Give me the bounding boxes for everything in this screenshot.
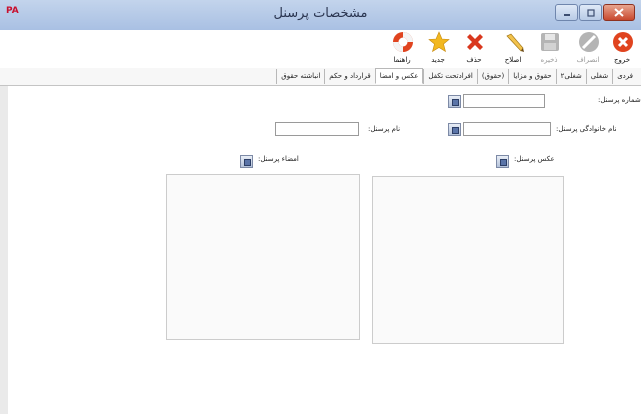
lookup-icon [452, 99, 459, 106]
cancel-button[interactable]: انصراف [572, 30, 604, 68]
last-name-lookup-button[interactable] [448, 123, 461, 136]
tab-salary-benefits[interactable]: حقوق و مزایا [508, 69, 555, 84]
help-button[interactable]: راهنما [386, 30, 418, 68]
tab-job-2[interactable]: شغلی۲ [555, 69, 586, 84]
edit-button[interactable]: اصلاح [497, 30, 529, 68]
photo-box [372, 176, 564, 344]
toolbar: خروج انصراف ذخیره اصلاح حذف جدید راهنما [0, 30, 641, 68]
cancel-label: انصراف [576, 56, 600, 64]
lifebuoy-icon [393, 32, 413, 52]
delete-icon [467, 34, 483, 50]
last-name-label: نام خانوادگی پرسنل: [556, 125, 617, 133]
save-button[interactable]: ذخیره [533, 30, 565, 68]
new-button[interactable]: جدید [422, 30, 454, 68]
signature-browse-button[interactable] [240, 155, 253, 168]
signature-box [166, 174, 360, 340]
tab-bar: فردی شغلی شغلی۲ حقوق و مزایا (حقوق) افرا… [0, 68, 641, 86]
personnel-number-label: شماره پرسنل: [598, 96, 641, 104]
tab-job[interactable]: شغلی [585, 69, 612, 84]
photo-browse-button[interactable] [496, 155, 509, 168]
image-icon [500, 159, 507, 166]
tab-personal[interactable]: فردی [612, 69, 637, 84]
edit-label: اصلاح [504, 56, 522, 64]
close-button[interactable] [603, 4, 635, 21]
left-strip [0, 86, 8, 414]
first-name-label: نام پرسنل: [368, 125, 401, 133]
signature-label: امضاء پرسنل: [258, 155, 299, 163]
tab-salary[interactable]: (حقوق) [476, 69, 508, 84]
minimize-button[interactable] [555, 4, 578, 21]
tab-list: فردی شغلی شغلی۲ حقوق و مزایا (حقوق) افرا… [276, 68, 637, 84]
photo-label: عکس پرسنل: [514, 155, 555, 163]
delete-button[interactable]: حذف [458, 30, 490, 68]
pencil-icon [506, 33, 524, 52]
close-icon [614, 8, 624, 17]
window: PA مشخصات پرسنل خروج انصراف ذخیره اصلاح … [0, 0, 641, 414]
tab-dependents[interactable]: افرادتحت تکفل [423, 69, 476, 84]
help-label: راهنما [393, 56, 411, 64]
tab-accumulated-salary[interactable]: انباشته حقوق [276, 69, 324, 84]
lookup-icon [452, 127, 459, 134]
minimize-icon [563, 13, 570, 16]
first-name-field[interactable] [275, 122, 359, 136]
cancel-icon [579, 32, 599, 52]
exit-button[interactable]: خروج [606, 30, 638, 68]
personnel-number-lookup-button[interactable] [448, 95, 461, 108]
tab-contract[interactable]: قرارداد و حکم [324, 69, 374, 84]
save-icon [541, 33, 559, 51]
image-icon [244, 159, 251, 166]
exit-icon [613, 32, 633, 52]
title-bar: PA مشخصات پرسنل [0, 0, 641, 31]
star-icon [428, 31, 450, 53]
window-title: مشخصات پرسنل [273, 6, 368, 21]
personnel-number-field[interactable] [463, 94, 545, 108]
last-name-field[interactable] [463, 122, 551, 136]
photo-signature-form: شماره پرسنل: نام خانوادگی پرسنل: نام پرس… [8, 86, 641, 414]
tab-photo-signature[interactable]: عکس و امضا [374, 68, 424, 84]
maximize-button[interactable] [579, 4, 602, 21]
maximize-icon [586, 8, 595, 17]
window-controls [555, 4, 635, 21]
